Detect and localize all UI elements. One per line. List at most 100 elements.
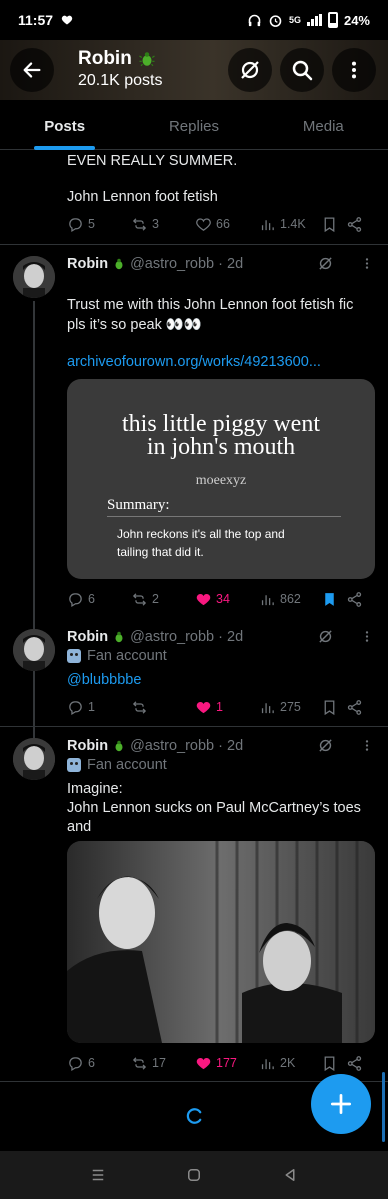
reply-count: 6 <box>88 1056 95 1070</box>
author-handle-time: @astro_robb · 2d <box>130 256 244 272</box>
sync-off-button[interactable] <box>228 48 272 92</box>
compose-button[interactable] <box>311 1074 371 1134</box>
reply-count: 5 <box>88 217 95 231</box>
tab-posts[interactable]: Posts <box>0 100 129 150</box>
tweet-text: Imagine: <box>67 781 123 797</box>
network-label: 5G <box>288 15 301 25</box>
tweet-actions: 5 3 66 1.4K <box>67 214 372 234</box>
reply-icon <box>69 1056 82 1071</box>
beetle-emoji-icon <box>115 258 123 270</box>
bookmark-button[interactable] <box>321 216 346 233</box>
more-button[interactable] <box>332 48 376 92</box>
card-summary-line: tailing that did it. <box>117 545 204 559</box>
scroll-indicator[interactable] <box>382 1072 385 1142</box>
retweet-button[interactable] <box>131 699 195 716</box>
like-button[interactable]: 34 <box>195 591 259 608</box>
views-icon <box>261 219 274 230</box>
more-vertical-icon[interactable] <box>360 737 374 754</box>
mask-icon <box>67 649 81 663</box>
tweet-author-row: Robin @astro_robb · 2d <box>67 629 243 645</box>
author-name[interactable]: Robin <box>67 256 108 272</box>
share-button[interactable] <box>346 591 363 608</box>
reply-button[interactable]: 6 <box>67 1055 131 1072</box>
views-count: 2K <box>280 1056 296 1070</box>
card-author: moeexyz <box>195 473 247 488</box>
share-icon <box>347 216 362 232</box>
sync-off-icon[interactable] <box>317 737 334 754</box>
tweet-text: EVEN REALLY SUMMER. <box>67 153 238 169</box>
views-button[interactable]: 275 <box>259 699 321 716</box>
views-button[interactable]: 1.4K <box>259 216 321 233</box>
sync-off-icon[interactable] <box>317 255 334 272</box>
sync-off-icon <box>241 61 259 79</box>
bookmark-icon <box>324 1055 335 1071</box>
divider <box>0 244 388 245</box>
beetle-emoji-icon <box>115 740 123 752</box>
profile-name: Robin <box>78 48 132 69</box>
like-button[interactable]: 177 <box>195 1055 259 1072</box>
sync-off-icon[interactable] <box>317 628 334 645</box>
retweet-button[interactable]: 17 <box>131 1055 195 1072</box>
card-title-line: in john's mouth <box>146 434 296 460</box>
retweet-count: 3 <box>152 217 159 231</box>
tab-media[interactable]: Media <box>259 100 388 149</box>
fan-account-label: Fan account <box>87 757 167 773</box>
retweet-icon <box>132 592 147 606</box>
avatar[interactable] <box>13 629 55 671</box>
author-name[interactable]: Robin <box>67 629 108 645</box>
like-count: 34 <box>216 592 230 606</box>
mention-link[interactable]: @blubbbbe <box>67 670 141 690</box>
retweet-icon <box>132 217 147 231</box>
retweet-icon <box>132 700 147 714</box>
reply-count: 6 <box>88 592 95 606</box>
avatar[interactable] <box>13 738 55 780</box>
retweet-button[interactable]: 2 <box>131 591 195 608</box>
card-title: this little piggy went in john's mouth <box>67 411 375 460</box>
alarm-icon <box>269 14 282 27</box>
tab-replies[interactable]: Replies <box>129 100 258 149</box>
reply-button[interactable]: 5 <box>67 216 131 233</box>
views-count: 862 <box>280 592 301 606</box>
avatar[interactable] <box>13 256 55 298</box>
tweet-text: John Lennon foot fetish <box>67 189 218 205</box>
more-vertical-icon[interactable] <box>360 255 374 272</box>
tweet-link[interactable]: archiveofourown.org/works/49213600... <box>67 352 321 372</box>
tweet-photo[interactable] <box>67 841 375 1043</box>
home-icon[interactable] <box>185 1166 203 1184</box>
battery-label: 24% <box>343 12 370 28</box>
retweet-button[interactable]: 3 <box>131 216 195 233</box>
fan-account-badge: Fan account <box>67 648 167 664</box>
bookmark-button[interactable] <box>321 699 346 716</box>
status-bar: 11:57 5G 24% <box>0 0 388 40</box>
battery-icon <box>327 12 338 28</box>
tweet-text: and <box>67 819 92 835</box>
mask-icon <box>67 758 81 772</box>
back-button[interactable] <box>10 48 54 92</box>
recent-apps-icon[interactable] <box>89 1166 107 1184</box>
like-button[interactable]: 66 <box>195 216 259 233</box>
heart-icon <box>196 217 211 231</box>
share-button[interactable] <box>346 699 363 716</box>
like-count: 66 <box>216 217 230 231</box>
views-button[interactable]: 862 <box>259 591 321 608</box>
search-button[interactable] <box>280 48 324 92</box>
reply-button[interactable]: 6 <box>67 591 131 608</box>
system-navigation-bar <box>0 1151 388 1199</box>
views-button[interactable]: 2K <box>259 1055 321 1072</box>
header-titles: Robin 20.1K posts <box>78 48 163 90</box>
bookmark-button[interactable] <box>321 1055 346 1072</box>
reply-button[interactable]: 1 <box>67 699 131 716</box>
card-title-line: this little piggy went <box>122 411 320 437</box>
reply-count: 1 <box>88 700 95 714</box>
reply-icon <box>69 700 82 715</box>
author-name[interactable]: Robin <box>67 738 108 754</box>
tweet-text: Trust me with this John Lennon foot feti… <box>67 297 354 313</box>
bookmark-button[interactable] <box>321 591 346 608</box>
divider <box>0 726 388 727</box>
back-nav-icon[interactable] <box>281 1166 299 1184</box>
more-vertical-icon[interactable] <box>360 628 374 645</box>
like-button[interactable]: 1 <box>195 699 259 716</box>
share-button[interactable] <box>346 1055 363 1072</box>
share-button[interactable] <box>346 216 363 233</box>
link-preview-card[interactable]: this little piggy went in john's mouth m… <box>67 379 375 579</box>
